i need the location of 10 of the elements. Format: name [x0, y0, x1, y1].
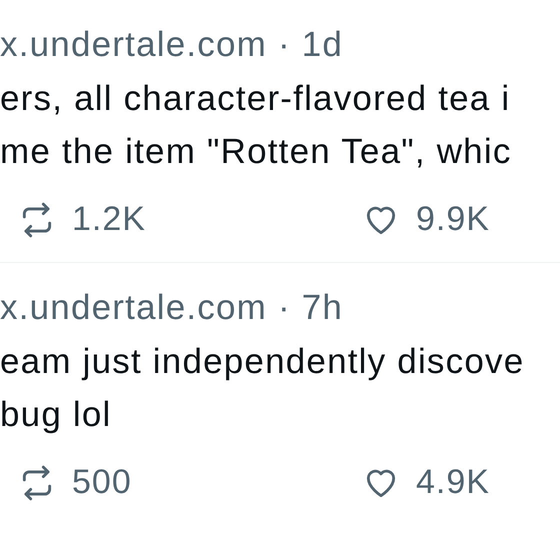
post-source: x.undertale.com · 7h: [0, 287, 344, 329]
post-text-line: me the item "Rotten Tea", whic: [0, 131, 512, 173]
like-button[interactable]: 9.9K: [362, 200, 490, 239]
repost-button[interactable]: 500: [18, 463, 362, 502]
post-text-line: ers, all character-flavored tea i: [0, 78, 510, 120]
post-text-line: eam just independently discove: [0, 341, 524, 383]
repost-button[interactable]: 1.2K: [18, 200, 362, 239]
post-text-line: bug lol: [0, 394, 112, 436]
post-source: x.undertale.com · 1d: [0, 24, 344, 66]
like-button[interactable]: 4.9K: [362, 463, 490, 502]
